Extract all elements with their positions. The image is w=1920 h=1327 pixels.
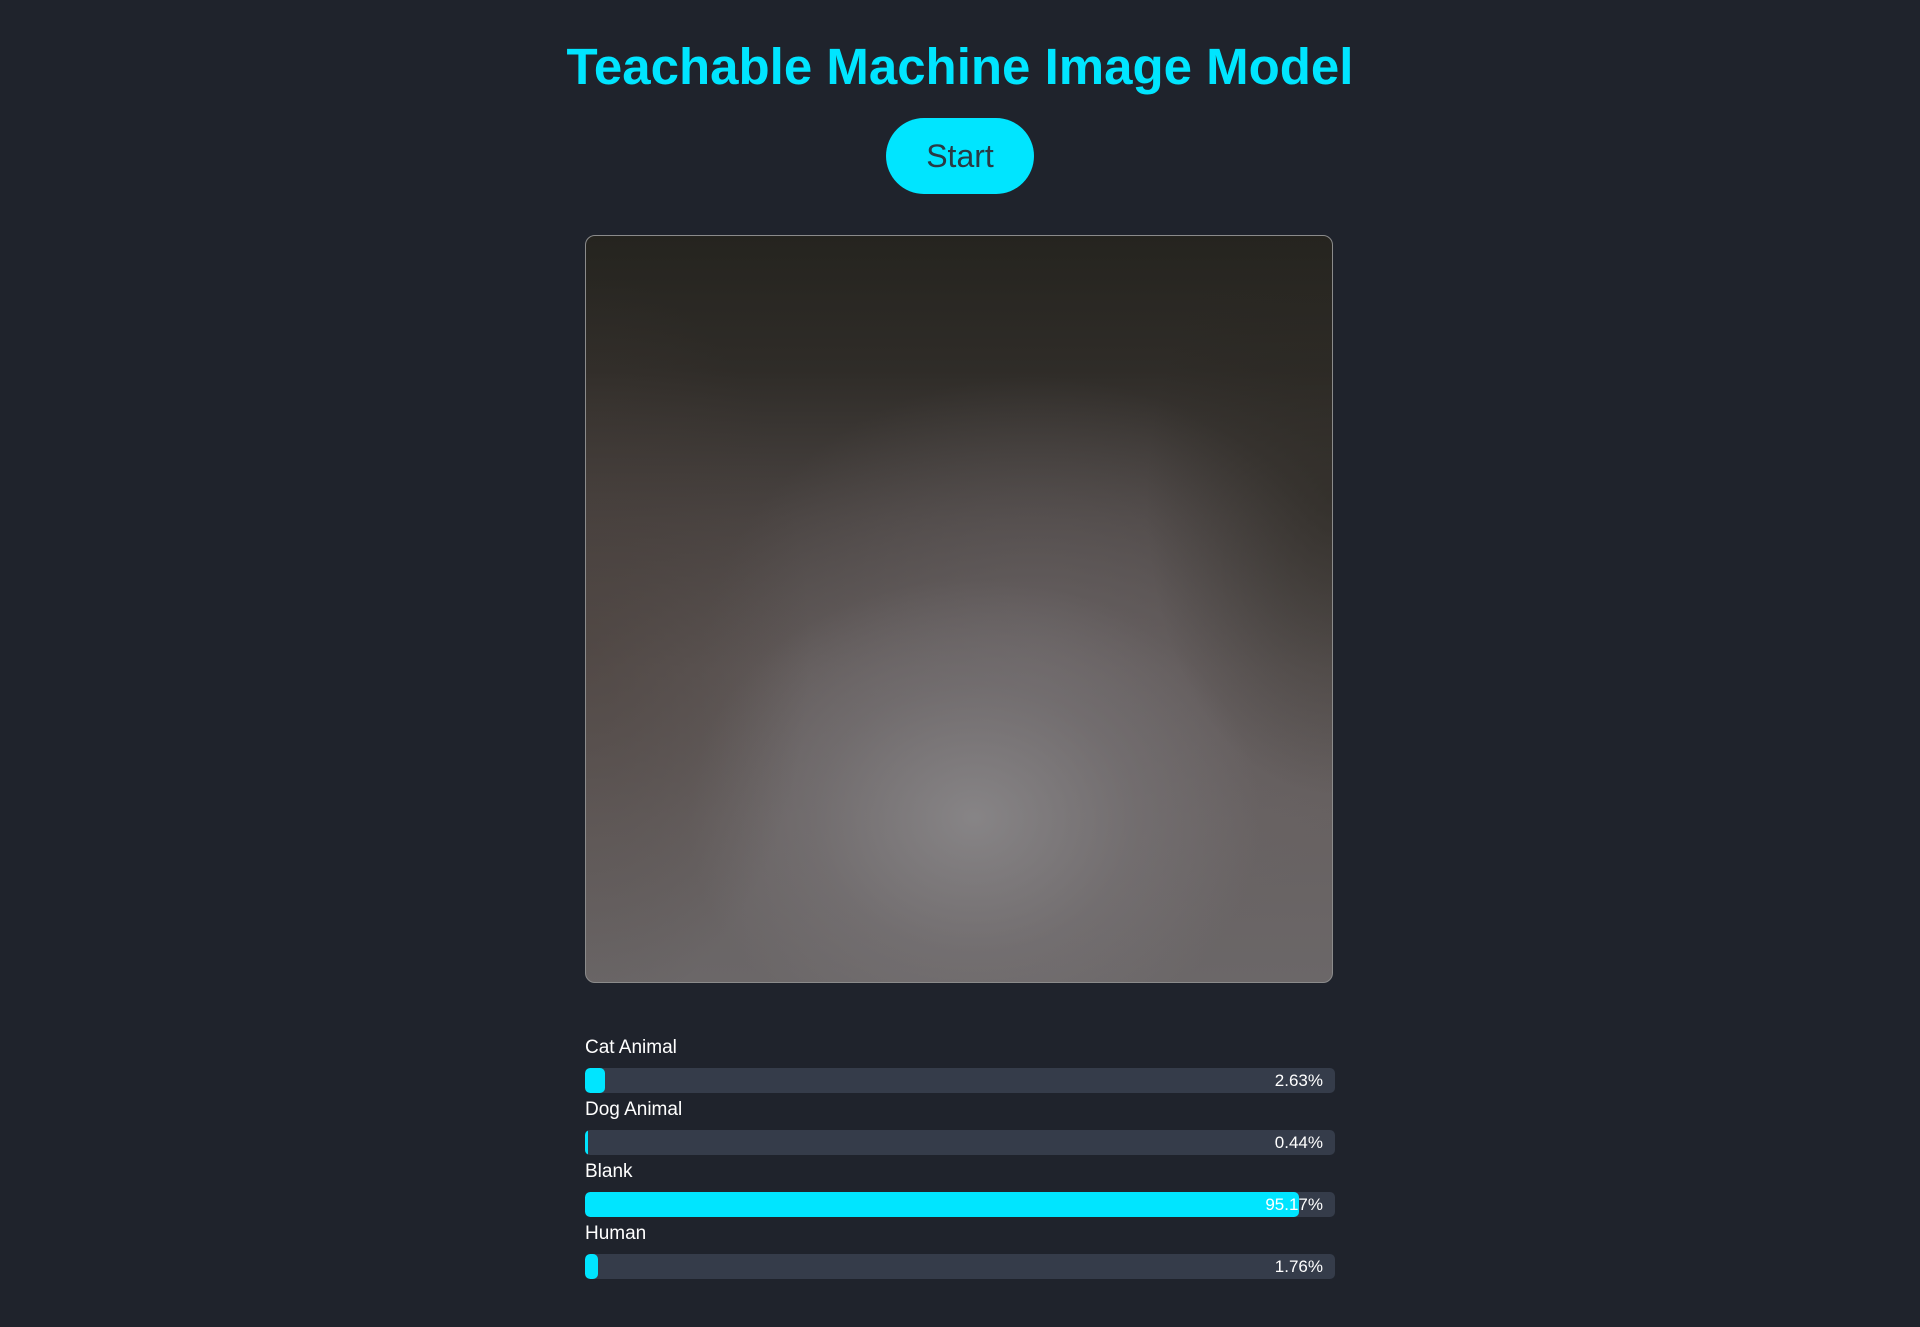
prediction-label: Cat Animal — [585, 1037, 677, 1058]
webcam-canvas — [585, 235, 1333, 983]
prediction-bar-track: 0.44% — [585, 1130, 1335, 1155]
start-button[interactable]: Start — [886, 118, 1034, 194]
prediction-row-dog-animal: Dog Animal 0.44% — [585, 1098, 1335, 1160]
prediction-list: Cat Animal 2.63% Dog Animal 0.44% Blank … — [585, 1036, 1335, 1284]
prediction-row-blank: Blank 95.17% — [585, 1160, 1335, 1222]
prediction-value: 0.44% — [1274, 1133, 1323, 1152]
prediction-label: Human — [585, 1223, 647, 1244]
prediction-bar-fill — [585, 1068, 605, 1093]
prediction-bar-track: 2.63% — [585, 1068, 1335, 1093]
prediction-label: Blank — [585, 1161, 633, 1182]
prediction-value: 1.76% — [1274, 1257, 1323, 1276]
prediction-value: 95.17% — [1265, 1195, 1323, 1214]
prediction-row-cat-animal: Cat Animal 2.63% — [585, 1036, 1335, 1098]
prediction-bar-fill — [585, 1192, 1299, 1217]
page-title: Teachable Machine Image Model — [566, 38, 1354, 95]
prediction-bar-track: 95.17% — [585, 1192, 1335, 1217]
prediction-value: 2.63% — [1274, 1071, 1323, 1090]
prediction-bar-track: 1.76% — [585, 1254, 1335, 1279]
webcam-feed-image — [586, 236, 1332, 982]
page: Teachable Machine Image Model Start Cat … — [0, 0, 1920, 1327]
prediction-bar-fill — [585, 1130, 589, 1155]
prediction-label: Dog Animal — [585, 1099, 683, 1120]
prediction-row-human: Human 1.76% — [585, 1222, 1335, 1284]
prediction-bar-fill — [585, 1254, 599, 1279]
